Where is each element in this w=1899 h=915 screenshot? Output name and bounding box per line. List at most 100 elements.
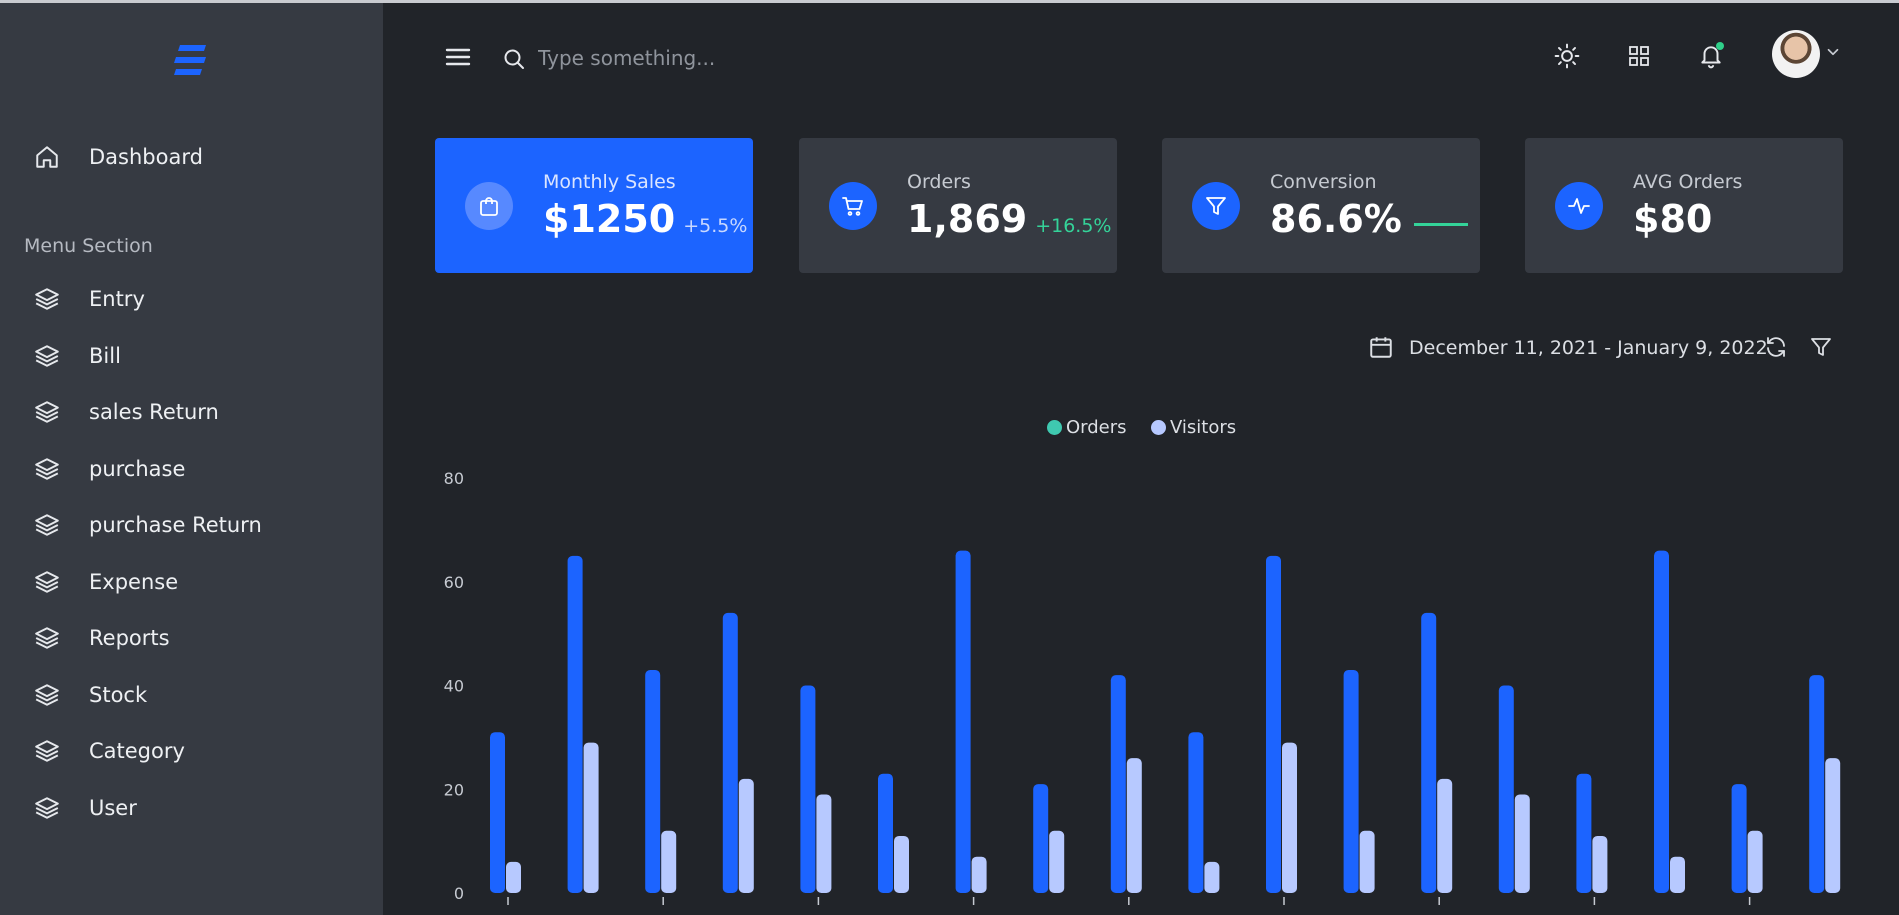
bar-visitors[interactable] xyxy=(1282,742,1297,893)
stat-card-orders: Orders 1,869 +16.5% xyxy=(799,138,1117,273)
bar-visitors[interactable] xyxy=(661,830,677,893)
sidebar-item-dashboard[interactable]: Dashboard xyxy=(30,137,203,177)
bar-orders[interactable] xyxy=(645,669,661,893)
bar-orders[interactable] xyxy=(1188,732,1204,893)
bar-visitors[interactable] xyxy=(1592,835,1608,893)
sidebar-item-stock[interactable]: Stock xyxy=(30,675,147,715)
sidebar-item-bill[interactable]: Bill xyxy=(30,336,121,376)
sidebar: Dashboard Menu Section Entry Bill sales … xyxy=(0,3,383,915)
bar-orders[interactable] xyxy=(1421,612,1437,893)
orders-visitors-chart: Orders Visitors 0 20 40 60 80 xyxy=(430,403,1899,915)
sidebar-item-label: Expense xyxy=(89,570,179,594)
bar-visitors[interactable] xyxy=(583,742,599,893)
sidebar-item-label: Reports xyxy=(89,626,170,650)
bar-orders[interactable] xyxy=(1809,675,1825,893)
sidebar-item-label: purchase xyxy=(89,457,186,481)
stat-title: Monthly Sales xyxy=(543,170,676,193)
activity-icon xyxy=(1555,181,1603,230)
legend-dot-visitors xyxy=(1151,420,1166,435)
stat-title: Conversion xyxy=(1270,170,1377,193)
sidebar-item-sales-return[interactable]: sales Return xyxy=(30,392,219,432)
bar-orders[interactable] xyxy=(1033,784,1049,893)
sidebar-item-user[interactable]: User xyxy=(30,788,137,828)
bar-visitors[interactable] xyxy=(816,794,832,893)
legend-label: Visitors xyxy=(1170,417,1237,438)
bar-visitors[interactable] xyxy=(971,856,987,893)
stat-delta: +5.5% xyxy=(683,214,748,237)
sidebar-item-label: purchase Return xyxy=(89,513,262,537)
y-tick-label: 0 xyxy=(454,884,464,903)
sidebar-item-expense[interactable]: Expense xyxy=(30,562,178,602)
stat-value: $1250 xyxy=(543,196,676,241)
apps-grid-icon[interactable] xyxy=(1623,40,1655,72)
sidebar-item-label: User xyxy=(89,796,137,820)
cart-icon xyxy=(829,181,877,230)
bar-orders[interactable] xyxy=(955,550,971,893)
bar-orders[interactable] xyxy=(1731,784,1747,893)
sidebar-item-category[interactable]: Category xyxy=(30,731,185,771)
bar-orders[interactable] xyxy=(1654,550,1669,893)
bar-orders[interactable] xyxy=(1266,555,1281,893)
sidebar-item-label: Bill xyxy=(89,344,121,368)
avatar[interactable] xyxy=(1772,30,1820,78)
sidebar-item-purchase-return[interactable]: purchase Return xyxy=(30,505,262,545)
refresh-icon[interactable] xyxy=(1764,335,1788,359)
bar-orders[interactable] xyxy=(1576,773,1592,893)
bar-orders[interactable] xyxy=(567,555,583,893)
bar-visitors[interactable] xyxy=(1747,830,1763,893)
sidebar-item-reports[interactable]: Reports xyxy=(30,618,170,658)
layers-icon xyxy=(30,282,64,316)
bar-orders[interactable] xyxy=(490,732,505,893)
home-icon xyxy=(30,140,64,174)
legend-item-visitors[interactable]: Visitors xyxy=(1151,417,1236,438)
layers-icon xyxy=(30,621,64,655)
legend-item-orders[interactable]: Orders xyxy=(1047,417,1127,438)
layers-icon xyxy=(30,791,64,825)
bar-visitors[interactable] xyxy=(1049,830,1065,893)
bar-visitors[interactable] xyxy=(1670,856,1685,893)
menu-section-title: Menu Section xyxy=(24,235,153,257)
bar-visitors[interactable] xyxy=(894,835,909,893)
stat-card-monthly-sales: Monthly Sales $1250 +5.5% xyxy=(435,138,753,273)
bar-visitors[interactable] xyxy=(1825,758,1841,893)
stat-value: 86.6% xyxy=(1270,196,1402,241)
notification-bell-icon[interactable] xyxy=(1695,40,1727,72)
calendar-icon[interactable] xyxy=(1368,334,1394,360)
stat-card-avg-orders: AVG Orders $80 xyxy=(1525,138,1843,273)
stat-title: Orders xyxy=(907,170,971,193)
menu-toggle-icon[interactable] xyxy=(444,45,472,69)
sidebar-item-label: sales Return xyxy=(89,400,219,424)
y-tick-label: 40 xyxy=(444,677,464,696)
bar-orders[interactable] xyxy=(878,773,893,893)
stat-value: 1,869 xyxy=(907,196,1028,241)
bar-visitors[interactable] xyxy=(1359,830,1375,893)
layers-icon xyxy=(30,565,64,599)
bar-visitors[interactable] xyxy=(1514,794,1530,893)
layers-icon xyxy=(30,734,64,768)
search-input[interactable] xyxy=(538,39,938,77)
logo-icon[interactable] xyxy=(172,41,212,81)
bar-orders[interactable] xyxy=(1498,685,1514,894)
bar-visitors[interactable] xyxy=(1437,778,1453,893)
bar-orders[interactable] xyxy=(1110,675,1126,893)
bar-orders[interactable] xyxy=(722,612,738,893)
shopping-bag-icon xyxy=(465,181,513,230)
sidebar-item-label: Category xyxy=(89,739,185,763)
layers-icon xyxy=(30,678,64,712)
sidebar-item-entry[interactable]: Entry xyxy=(30,279,145,319)
stat-value: $80 xyxy=(1633,196,1713,241)
bar-visitors[interactable] xyxy=(1204,861,1220,893)
date-range-label[interactable]: December 11, 2021 - January 9, 2022 xyxy=(1409,337,1768,359)
chevron-down-icon[interactable] xyxy=(1824,43,1842,61)
bar-orders[interactable] xyxy=(1343,669,1359,893)
stat-card-conversion: Conversion 86.6% xyxy=(1162,138,1480,273)
sidebar-item-purchase[interactable]: purchase xyxy=(30,449,185,489)
bar-visitors[interactable] xyxy=(506,861,521,893)
bar-visitors[interactable] xyxy=(738,778,754,893)
filter-icon[interactable] xyxy=(1809,335,1833,359)
y-tick-label: 20 xyxy=(444,780,464,799)
theme-toggle-sun-icon[interactable] xyxy=(1551,40,1583,72)
search-icon xyxy=(502,47,526,71)
bar-orders[interactable] xyxy=(800,685,816,894)
bar-visitors[interactable] xyxy=(1126,758,1142,893)
